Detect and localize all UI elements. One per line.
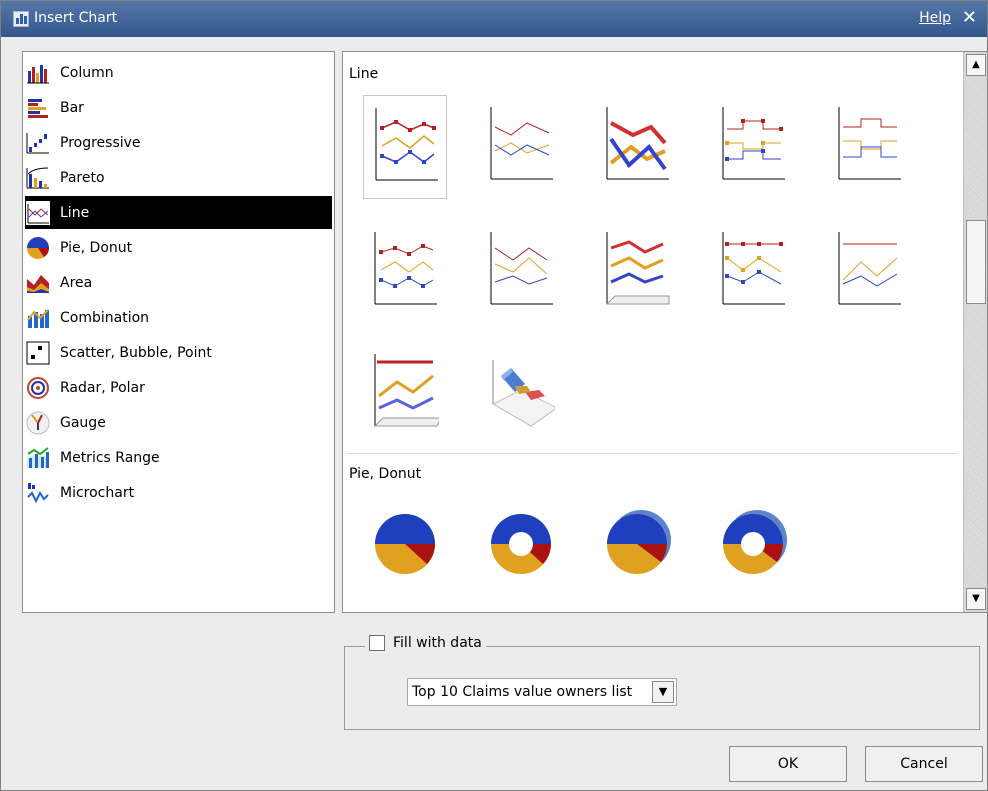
dropdown-arrow-icon[interactable]: ▼ (652, 681, 674, 703)
line-3d-thumbnail-icon (606, 107, 669, 180)
window-title: Insert Chart (34, 10, 118, 26)
bar-chart-icon (26, 96, 50, 120)
data-source-select[interactable]: Top 10 Claims value owners list ▼ (407, 678, 677, 706)
line-subtype-9[interactable] (711, 220, 795, 324)
ok-button[interactable]: OK (729, 746, 847, 782)
progressive-chart-icon (26, 131, 50, 155)
chart-type-line[interactable]: Line (25, 196, 332, 229)
data-source-value: Top 10 Claims value owners list (412, 684, 633, 700)
gauge-chart-icon (26, 411, 50, 435)
scroll-up-icon[interactable]: ▲ (966, 54, 986, 76)
chart-type-label: Column (60, 64, 114, 81)
line-markers-thumbnail-icon (722, 232, 785, 305)
line-chart-icon (26, 200, 50, 225)
line-plain-thumbnail-icon (838, 232, 901, 305)
chart-type-progressive[interactable]: Progressive (25, 126, 332, 159)
chart-type-column[interactable]: Column (25, 56, 332, 89)
chart-type-microchart[interactable]: Microchart (25, 476, 332, 509)
chart-type-pareto[interactable]: Pareto (25, 161, 332, 194)
line-subtype-4[interactable] (711, 95, 795, 199)
donut-3d-thumbnail-icon (723, 510, 787, 574)
line-subtype-2[interactable] (479, 95, 563, 199)
line-subtype-5[interactable] (827, 95, 911, 199)
chart-type-label: Gauge (60, 414, 106, 431)
pie-chart-icon (26, 236, 50, 260)
fill-with-data-legend: Fill with data (365, 635, 486, 651)
pie-subtype-1[interactable] (363, 496, 447, 600)
chart-type-label: Bar (60, 99, 84, 116)
fill-with-data-label: Fill with data (393, 635, 482, 651)
line-subtype-12[interactable] (479, 342, 563, 446)
line-plain-thumbnail-icon (490, 232, 553, 305)
chart-type-label: Line (60, 204, 90, 221)
line-plain-thumbnail-icon (490, 107, 553, 180)
chart-type-radar-polar[interactable]: Radar, Polar (25, 371, 332, 404)
line-subtype-1[interactable] (363, 95, 447, 199)
fill-with-data-group: Fill with data Top 10 Claims value owner… (344, 635, 980, 730)
fill-with-data-checkbox[interactable] (369, 635, 385, 651)
microchart-icon (26, 481, 50, 505)
line-subtype-11[interactable] (363, 342, 447, 446)
line-subtype-10[interactable] (827, 220, 911, 324)
chart-type-label: Area (60, 274, 93, 291)
metrics-range-icon (26, 446, 50, 470)
section-divider (347, 453, 957, 454)
pie-3d-thumbnail-icon (607, 510, 671, 574)
chart-app-icon (13, 11, 29, 27)
line-step-thumbnail-icon (838, 107, 901, 180)
scatter-chart-icon (26, 341, 50, 365)
gallery-scrollbar[interactable]: ▲ ▼ (963, 52, 987, 612)
donut-subtype-2[interactable] (711, 496, 795, 600)
line-markers-thumbnail-icon (374, 232, 437, 305)
line-3d-perspective-thumbnail-icon (491, 360, 555, 427)
line-subtype-6[interactable] (363, 220, 447, 324)
help-link[interactable]: Help (919, 10, 951, 26)
chart-type-label: Combination (60, 309, 150, 326)
chart-type-label: Pie, Donut (60, 239, 133, 256)
scroll-thumb[interactable] (966, 220, 986, 304)
chart-type-area[interactable]: Area (25, 266, 332, 299)
line-subtype-7[interactable] (479, 220, 563, 324)
line-markers-thumbnail-icon (375, 108, 438, 181)
chart-type-label: Microchart (60, 484, 135, 501)
chart-type-label: Scatter, Bubble, Point (60, 344, 212, 361)
donut-thumbnail-icon (491, 514, 551, 574)
line-3d-thumbnail-icon (373, 354, 439, 427)
combination-chart-icon (26, 306, 50, 330)
section-label-pie-donut: Pie, Donut (349, 466, 422, 482)
chart-type-list: Column Bar Progressive Pareto Line Pie, … (22, 51, 335, 613)
line-subtype-3[interactable] (595, 95, 679, 199)
radar-chart-icon (26, 376, 50, 400)
chart-type-label: Pareto (60, 169, 105, 186)
section-label-line: Line (349, 66, 379, 82)
area-chart-icon (26, 271, 50, 295)
cancel-button[interactable]: Cancel (865, 746, 983, 782)
chart-type-label: Progressive (60, 134, 141, 151)
chart-type-gauge[interactable]: Gauge (25, 406, 332, 439)
chart-type-scatter[interactable]: Scatter, Bubble, Point (25, 336, 332, 369)
chart-type-pie-donut[interactable]: Pie, Donut (25, 231, 332, 264)
chart-type-label: Radar, Polar (60, 379, 145, 396)
column-chart-icon (26, 61, 50, 85)
pie-thumbnail-icon (375, 514, 435, 574)
chart-type-label: Metrics Range (60, 449, 160, 466)
chart-type-combination[interactable]: Combination (25, 301, 332, 334)
line-step-markers-thumbnail-icon (722, 107, 785, 180)
donut-subtype-1[interactable] (479, 496, 563, 600)
close-icon[interactable]: ✕ (962, 7, 977, 28)
line-3d-thumbnail-icon (605, 232, 670, 305)
pareto-chart-icon (26, 166, 50, 190)
title-bar: Insert Chart Help ✕ (1, 1, 987, 37)
line-subtype-8[interactable] (595, 220, 679, 324)
pie-subtype-2[interactable] (595, 496, 679, 600)
chart-gallery: Line Pie, Donut ▲ ▼ (342, 51, 988, 613)
chart-type-bar[interactable]: Bar (25, 91, 332, 124)
chart-type-metrics-range[interactable]: Metrics Range (25, 441, 332, 474)
insert-chart-dialog: Insert Chart Help ✕ Column Bar Progressi… (0, 0, 988, 791)
scroll-down-icon[interactable]: ▼ (966, 588, 986, 610)
